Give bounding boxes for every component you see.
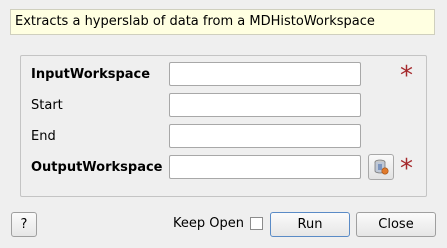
property-row-inputworkspace: InputWorkspace * xyxy=(21,61,426,91)
property-row-end: End xyxy=(21,124,426,150)
required-star-icon: * xyxy=(400,154,413,184)
required-star-icon: * xyxy=(400,61,413,91)
keep-open-label: Keep Open xyxy=(173,216,244,231)
browse-workspace-button[interactable] xyxy=(368,154,394,180)
property-row-start: Start xyxy=(21,93,426,119)
inputworkspace-input[interactable] xyxy=(169,62,361,86)
end-label: End xyxy=(31,129,56,144)
end-input[interactable] xyxy=(169,124,361,148)
save-workspace-icon xyxy=(374,159,389,175)
outputworkspace-label: OutputWorkspace xyxy=(31,160,163,175)
properties-group: InputWorkspace * Start End OutputWorkspa… xyxy=(20,55,427,197)
inputworkspace-label: InputWorkspace xyxy=(31,67,151,82)
keep-open-checkbox[interactable] xyxy=(250,217,263,230)
start-input[interactable] xyxy=(169,93,361,117)
algorithm-description: Extracts a hyperslab of data from a MDHi… xyxy=(10,9,435,35)
close-button[interactable]: Close xyxy=(356,212,436,237)
property-row-outputworkspace: OutputWorkspace * xyxy=(21,154,426,184)
start-label: Start xyxy=(31,98,63,113)
run-button[interactable]: Run xyxy=(270,212,350,237)
help-button[interactable]: ? xyxy=(11,212,37,237)
outputworkspace-input[interactable] xyxy=(169,155,361,179)
